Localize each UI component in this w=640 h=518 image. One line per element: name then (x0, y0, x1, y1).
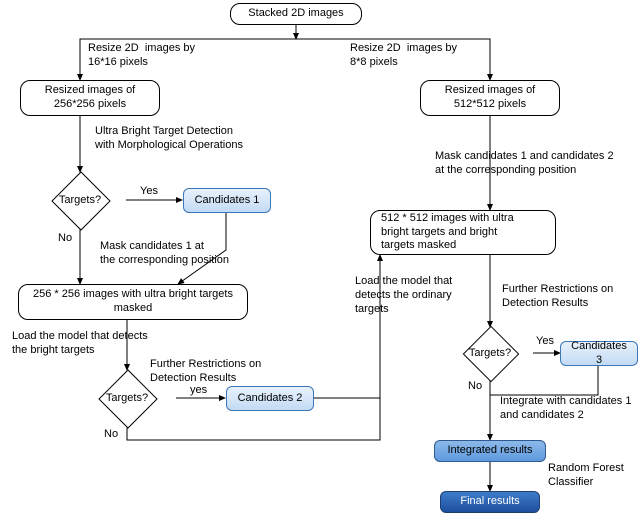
node-candidates-3: Candidates 3 (560, 341, 638, 366)
node-resized-512: Resized images of 512*512 pixels (420, 80, 560, 116)
node-final-results: Final results (440, 491, 540, 513)
label-integrate: Integrate with candidates 1 and candidat… (500, 395, 631, 423)
label-yes-1: Yes (140, 185, 158, 199)
label-random-forest: Random Forest Classifier (548, 462, 624, 490)
decision-targets-2: Targets? (79, 370, 175, 426)
label-resize-right: Resize 2D images by 8*8 pixels (350, 42, 457, 70)
node-candidates-2: Candidates 2 (226, 386, 314, 411)
decision-label: Targets? (448, 347, 532, 359)
decision-label: Targets? (79, 392, 175, 404)
label-load-bright: Load the model that detects the bright t… (12, 330, 148, 358)
label-ultra-bright: Ultra Bright Target Detection with Morph… (95, 125, 243, 153)
label-no-3: No (468, 380, 482, 394)
node-masked-256: 256 * 256 images with ultra bright targe… (18, 284, 248, 320)
decision-targets-1: Targets? (36, 172, 124, 228)
label-load-ordinary: Load the model that detects the ordinary… (355, 275, 452, 316)
label-resize-left: Resize 2D images by 16*16 pixels (88, 42, 195, 70)
node-masked-512: 512 * 512 images with ultra bright targe… (370, 210, 556, 255)
label-further-right: Further Restrictions on Detection Result… (502, 283, 613, 311)
label-no-1: No (58, 232, 72, 246)
label-yes-2: yes (190, 384, 207, 398)
node-integrated-results: Integrated results (434, 440, 546, 462)
node-resized-256: Resized images of 256*256 pixels (20, 80, 160, 116)
label-mask-cand12: Mask candidates 1 and candidates 2 at th… (435, 150, 614, 178)
decision-label: Targets? (36, 194, 124, 206)
start-node: Stacked 2D images (230, 3, 362, 25)
label-no-2: No (104, 428, 118, 442)
node-candidates-1: Candidates 1 (183, 188, 271, 213)
flowchart-canvas: Stacked 2D images Resize 2D images by 16… (0, 0, 640, 518)
decision-targets-3: Targets? (448, 327, 532, 379)
label-mask-cand1: Mask candidates 1 at the corresponding p… (100, 240, 229, 268)
label-yes-3: Yes (536, 335, 554, 349)
arrow-layer (0, 0, 640, 518)
